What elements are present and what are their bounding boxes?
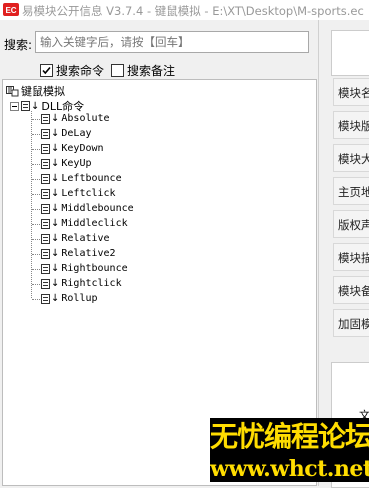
info-row-module-version: 模块版: [333, 111, 369, 139]
search-notes-label: 搜索备注: [127, 64, 176, 78]
arrow-down-icon: ↓: [51, 293, 60, 304]
arrow-down-icon: ↓: [51, 173, 60, 184]
document-icon: [41, 203, 50, 214]
tree-item[interactable]: ↓ Relative: [41, 233, 110, 244]
tree-connector: [32, 164, 40, 165]
tree-connector: [32, 254, 40, 255]
tree-item-label: KeyUp: [61, 158, 92, 169]
tree-item[interactable]: ↓ Relative2: [41, 248, 116, 259]
tree-item[interactable]: ↓ Leftbounce: [41, 173, 122, 184]
arrow-down-icon: ↓: [51, 158, 60, 169]
info-row-notes: 模块备: [333, 276, 369, 304]
tree-group-label: DLL命令: [41, 100, 85, 113]
tree-item[interactable]: ↓ Middlebounce: [41, 203, 134, 214]
document-icon: [41, 113, 50, 124]
search-input[interactable]: [35, 31, 309, 53]
tree-connector: [32, 119, 40, 120]
tree-connector: [32, 179, 40, 180]
tree-item-label: Leftbounce: [61, 173, 122, 184]
tree-item[interactable]: ↓ Rightbounce: [41, 263, 128, 274]
arrow-down-icon: ↓: [51, 233, 60, 244]
tree-item-label: Rollup: [61, 293, 98, 304]
document-icon: [41, 218, 50, 229]
document-icon: [41, 188, 50, 199]
tree-item[interactable]: ↓ DeLay: [41, 128, 92, 139]
tree-item[interactable]: ↓ Rightclick: [41, 278, 122, 289]
tree-item[interactable]: ↓ KeyUp: [41, 158, 92, 169]
tree-item-label: KeyDown: [61, 143, 104, 154]
info-row-module-name: 模块名: [333, 78, 369, 106]
arrow-down-icon: ↓: [31, 100, 40, 112]
arrow-down-icon: ↓: [51, 278, 60, 289]
tree-root[interactable]: 键鼠模拟: [6, 83, 65, 99]
tree-connector: [32, 134, 40, 135]
arrow-down-icon: ↓: [51, 113, 60, 124]
tree-item-label: Middleclick: [61, 218, 128, 229]
tree-item-label: Rightbounce: [61, 263, 128, 274]
info-row-homepage: 主页地: [333, 177, 369, 205]
checkbox-checked-icon[interactable]: [40, 64, 53, 77]
document-icon: [41, 263, 50, 274]
tree-group-dll[interactable]: ↓ DLL命令: [10, 98, 84, 114]
app-icon: EC: [3, 3, 19, 16]
window-title: 易模块公开信息 V3.7.4 - 键鼠模拟 - E:\XT\Desktop\M-…: [22, 4, 364, 18]
document-icon: [41, 128, 50, 139]
document-icon: [41, 248, 50, 259]
info-row-copyright: 版权声: [333, 210, 369, 238]
document-icon: [41, 293, 50, 304]
search-label: 搜索:: [4, 38, 33, 52]
info-row-module-size: 模块大: [333, 144, 369, 172]
tree-connector: [32, 284, 40, 285]
tree-item-label: DeLay: [61, 128, 92, 139]
search-notes-checkbox[interactable]: 搜索备注: [111, 62, 175, 79]
search-commands-checkbox[interactable]: 搜索命令: [40, 62, 104, 79]
arrow-down-icon: ↓: [51, 203, 60, 214]
document-icon: [41, 278, 50, 289]
watermark-title: 无忧编程论坛: [210, 418, 369, 456]
tree-connector: [32, 149, 40, 150]
title-bar: EC 易模块公开信息 V3.7.4 - 键鼠模拟 - E:\XT\Desktop…: [0, 0, 369, 20]
collapse-icon[interactable]: [10, 101, 19, 111]
tree-item[interactable]: ↓ Absolute: [41, 113, 110, 124]
svg-text:EC: EC: [5, 6, 16, 15]
tree-item-label: Relative2: [61, 248, 116, 259]
module-icon: [6, 85, 19, 96]
tree-connector: [32, 224, 40, 225]
info-row-hardening: 加固模: [333, 309, 369, 337]
tree-connector: [32, 194, 40, 195]
tree-connector: [32, 299, 40, 300]
arrow-down-icon: ↓: [51, 248, 60, 259]
tree-item-label: Leftclick: [61, 188, 116, 199]
arrow-down-icon: ↓: [51, 218, 60, 229]
tree-item[interactable]: ↓ Middleclick: [41, 218, 128, 229]
tree-connector: [32, 239, 40, 240]
tree-item-label: Middlebounce: [61, 203, 134, 214]
document-icon: [21, 101, 30, 111]
search-commands-label: 搜索命令: [56, 64, 105, 78]
info-header-box: [331, 30, 369, 76]
arrow-down-icon: ↓: [51, 128, 60, 139]
document-icon: [41, 158, 50, 169]
watermark-url: www.whct.net: [210, 456, 369, 482]
arrow-down-icon: ↓: [51, 263, 60, 274]
document-icon: [41, 173, 50, 184]
tree-connector: [32, 269, 40, 270]
document-icon: [41, 233, 50, 244]
tree-item[interactable]: ↓ Rollup: [41, 293, 98, 304]
tree-connector: [32, 209, 40, 210]
arrow-down-icon: ↓: [51, 143, 60, 154]
tree-item[interactable]: ↓ KeyDown: [41, 143, 104, 154]
tree-item-label: Absolute: [61, 113, 110, 124]
tree-item[interactable]: ↓ Leftclick: [41, 188, 116, 199]
arrow-down-icon: ↓: [51, 188, 60, 199]
tree-item-label: Relative: [61, 233, 110, 244]
tree-item-label: Rightclick: [61, 278, 122, 289]
info-row-description: 模块描: [333, 243, 369, 271]
tree-root-label: 键鼠模拟: [21, 85, 65, 98]
checkbox-unchecked-icon[interactable]: [111, 64, 124, 77]
document-icon: [41, 143, 50, 154]
